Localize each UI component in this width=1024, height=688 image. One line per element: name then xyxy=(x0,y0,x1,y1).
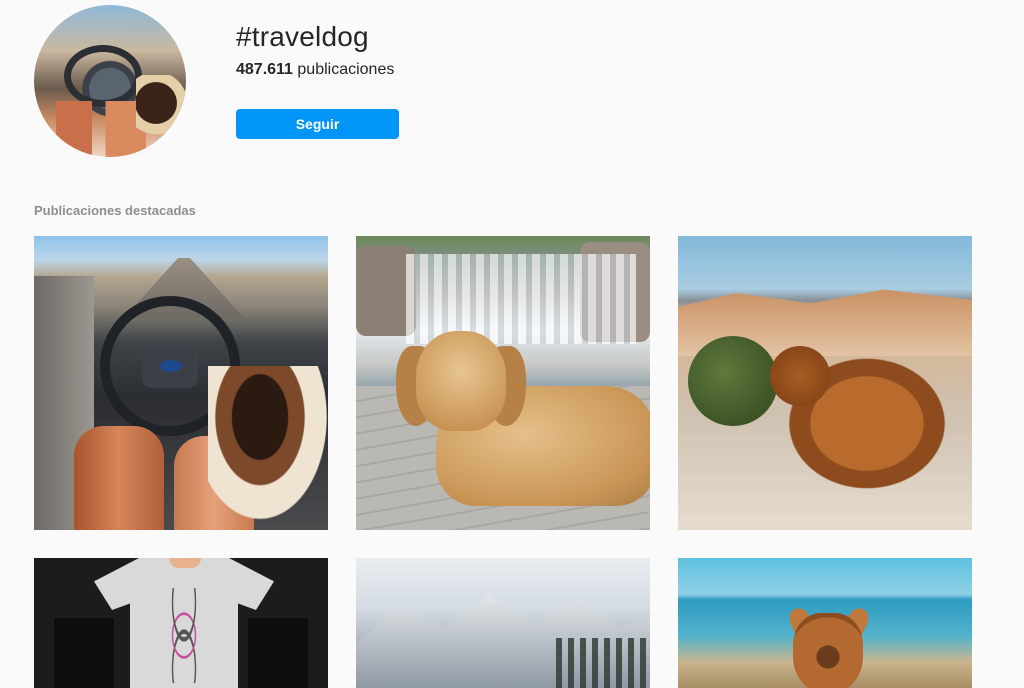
shirt-print-graphic xyxy=(159,588,209,683)
steering-wheel-graphic xyxy=(64,45,142,107)
follow-button[interactable]: Seguir xyxy=(236,109,399,139)
neck-graphic xyxy=(169,558,201,568)
post-tile[interactable] xyxy=(678,558,972,688)
waterfall-graphic xyxy=(406,254,636,344)
legs-graphic xyxy=(56,101,146,157)
dog-head-graphic xyxy=(793,613,863,688)
ford-logo-graphic xyxy=(160,360,182,372)
dog-graphic xyxy=(208,366,328,530)
post-tile[interactable] xyxy=(678,236,972,530)
top-posts-title: Publicaciones destacadas xyxy=(34,203,196,218)
post-count-number: 487.611 xyxy=(236,61,293,78)
left-leg-graphic xyxy=(74,426,164,530)
post-count: 487.611 publicaciones xyxy=(236,61,394,79)
post-tile[interactable] xyxy=(34,558,328,688)
post-count-label: publicaciones xyxy=(292,61,395,78)
post-tile[interactable] xyxy=(356,236,650,530)
post-tile[interactable] xyxy=(356,558,650,688)
hashtag-title: #traveldog xyxy=(236,21,369,52)
sleeve-graphic xyxy=(54,618,114,688)
bush-graphic xyxy=(688,336,778,426)
trees-graphic xyxy=(556,638,650,688)
hashtag-page: #traveldog 487.611 publicaciones Seguir … xyxy=(0,0,1024,688)
post-tile[interactable] xyxy=(34,236,328,530)
hashtag-avatar xyxy=(34,5,186,157)
dog-head-graphic xyxy=(770,346,830,406)
sleeve-graphic xyxy=(248,618,308,688)
dachshund-head-graphic xyxy=(416,331,506,431)
dog-graphic xyxy=(136,75,186,145)
